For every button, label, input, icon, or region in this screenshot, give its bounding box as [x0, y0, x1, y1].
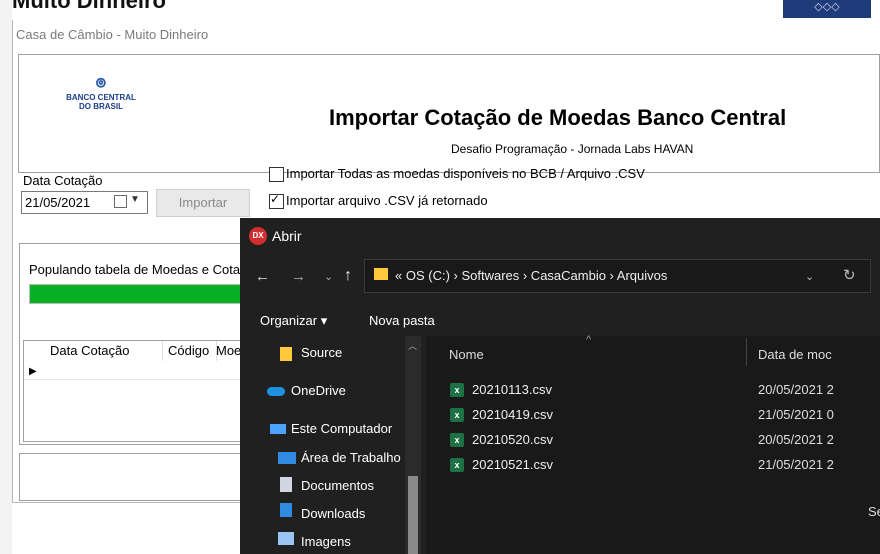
column-header-code[interactable]: Código: [162, 341, 217, 361]
truncated-label: Se: [868, 504, 880, 519]
file-name[interactable]: 20210520.csv: [472, 432, 553, 447]
window-title: Casa de Câmbio - Muito Dinheiro: [16, 27, 209, 42]
scrollbar-thumb[interactable]: [408, 476, 418, 554]
nav-item-desktop[interactable]: Área de Trabalho: [301, 450, 405, 465]
bcb-logo-text-line2: DO BRASIL: [79, 102, 123, 111]
computer-icon: [270, 424, 286, 434]
file-name[interactable]: 20210419.csv: [472, 407, 553, 422]
date-label: Data Cotação: [23, 173, 103, 188]
folder-icon: [280, 347, 292, 361]
excel-file-icon: x: [450, 458, 464, 472]
chevron-down-icon[interactable]: ⌄: [805, 270, 814, 283]
document-icon: [280, 477, 292, 492]
nav-item-onedrive[interactable]: OneDrive: [291, 383, 346, 398]
chevron-down-icon[interactable]: ▼: [130, 194, 140, 205]
nav-item-documents[interactable]: Documentos: [301, 478, 374, 493]
download-icon: [280, 503, 292, 517]
column-header-name[interactable]: Nome: [449, 347, 484, 362]
bcb-logo: ၜ BANCO CENTRAL DO BRASIL: [61, 69, 141, 111]
date-value: 21/05/2021: [25, 195, 91, 210]
address-bar[interactable]: « OS (C:) › Softwares › CasaCambio › Arq…: [364, 259, 871, 293]
bcb-logo-mark-icon: ၜ: [95, 70, 107, 92]
header-panel: ၜ BANCO CENTRAL DO BRASIL Importar Cotaç…: [18, 54, 880, 173]
file-date: 20/05/2021 2: [758, 432, 834, 447]
dialog-title: Abrir: [272, 228, 302, 244]
nav-item-downloads[interactable]: Downloads: [301, 506, 365, 521]
nav-item-source[interactable]: Source: [301, 345, 342, 360]
excel-file-icon: x: [450, 433, 464, 447]
file-date: 20/05/2021 2: [758, 382, 834, 397]
excel-file-icon: x: [450, 383, 464, 397]
progress-label: Populando tabela de Moedas e Cotaç: [29, 262, 247, 277]
file-date: 21/05/2021 0: [758, 407, 834, 422]
app-icon: DX: [249, 227, 267, 245]
file-name[interactable]: 20210113.csv: [472, 382, 552, 397]
file-row[interactable]: x 20210520.csv 20/05/2021 2: [426, 428, 880, 452]
image-icon: [278, 532, 294, 545]
sort-chevron-icon: ^: [586, 334, 592, 346]
cloud-icon: [267, 387, 285, 396]
file-name[interactable]: 20210521.csv: [472, 457, 553, 472]
calendar-icon[interactable]: [114, 195, 127, 208]
excel-file-icon: x: [450, 408, 464, 422]
file-list: Nome ^ Data de moc x 20210113.csv 20/05/…: [426, 334, 880, 554]
navigation-pane: Source OneDrive Este Computador Área de …: [240, 336, 425, 554]
page-title: Importar Cotação de Moedas Banco Central: [329, 105, 787, 130]
file-row[interactable]: x 20210521.csv 21/05/2021 2: [426, 453, 880, 477]
nav-item-pictures[interactable]: Imagens: [301, 534, 351, 549]
background-window-title: Muito Dinheiro: [12, 0, 166, 13]
progress-fill: [30, 285, 270, 303]
import-button[interactable]: Importar: [156, 189, 250, 217]
new-folder-button[interactable]: Nova pasta: [369, 313, 435, 328]
checkmark-icon: ✓: [270, 192, 281, 206]
file-row[interactable]: x 20210113.csv 20/05/2021 2: [426, 378, 880, 402]
file-date: 21/05/2021 2: [758, 457, 834, 472]
background-window-edge: [0, 0, 12, 554]
row-indicator-icon: ▶: [29, 366, 37, 377]
forward-arrow-icon[interactable]: →: [291, 268, 306, 285]
bcb-logo-text-line1: BANCO CENTRAL: [66, 93, 136, 102]
nav-item-this-pc[interactable]: Este Computador: [291, 421, 392, 436]
import-csv-label[interactable]: Importar arquivo .CSV já retornado: [286, 193, 488, 208]
import-all-label[interactable]: Importar Todas as moedas disponíveis no …: [286, 166, 645, 181]
folder-icon: [374, 268, 388, 280]
date-picker[interactable]: 21/05/2021 ▼: [21, 191, 148, 214]
chevron-up-icon[interactable]: ︿: [408, 339, 417, 352]
refresh-icon[interactable]: ↻: [843, 266, 856, 284]
background-logo-fragment: ◇◇◇: [783, 0, 871, 18]
column-separator[interactable]: [746, 338, 747, 366]
import-all-checkbox[interactable]: [269, 167, 284, 182]
column-header-date-modified[interactable]: Data de moc: [758, 347, 832, 362]
back-arrow-icon[interactable]: ←: [255, 268, 270, 285]
import-csv-checkbox[interactable]: ✓: [269, 192, 284, 209]
page-subtitle: Desafio Programação - Jornada Labs HAVAN: [451, 142, 694, 156]
file-row[interactable]: x 20210419.csv 21/05/2021 0: [426, 403, 880, 427]
desktop-icon: [278, 452, 296, 464]
up-arrow-icon[interactable]: ↑: [344, 267, 352, 285]
navigation-scrollbar[interactable]: ︿: [405, 336, 421, 554]
organize-button[interactable]: Organizar ▾: [260, 313, 327, 329]
open-file-dialog: DX Abrir ← → ⌄ ↑ « OS (C:) › Softwares ›…: [240, 218, 880, 554]
address-path[interactable]: « OS (C:) › Softwares › CasaCambio › Arq…: [395, 268, 667, 283]
progress-bar: [29, 284, 271, 304]
recent-locations-chevron-icon[interactable]: ⌄: [324, 270, 333, 283]
column-header-date[interactable]: Data Cotação: [42, 341, 163, 361]
